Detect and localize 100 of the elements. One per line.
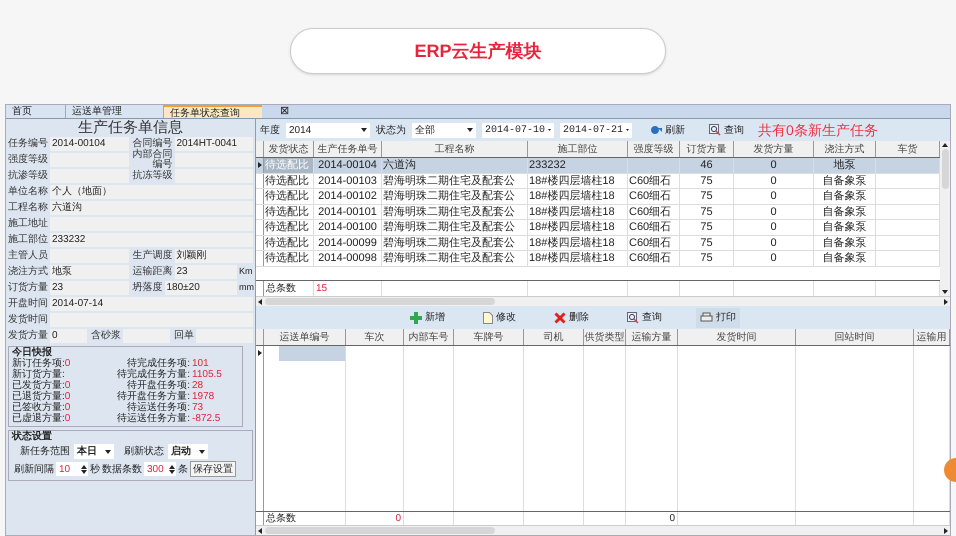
column-header[interactable]: 强度等级	[628, 141, 680, 157]
save-settings-button[interactable]: 保存设置	[190, 461, 236, 477]
table-cell: 2014-00100	[318, 221, 377, 233]
query-button[interactable]: 查询	[709, 122, 744, 138]
refresh-button[interactable]: 刷新	[650, 122, 685, 138]
scroll-thumb[interactable]	[265, 298, 495, 305]
stat-value: 1105.5	[192, 369, 222, 380]
setting-label: 刷新状态	[124, 444, 164, 459]
input-field[interactable]: 2014HT-0041	[174, 137, 253, 151]
table-cell: C60细石	[629, 206, 672, 218]
toolbar-button[interactable]: 打印	[696, 308, 740, 328]
column-header[interactable]: 发货方量	[734, 141, 814, 157]
table-cell: 自备象泵	[822, 221, 866, 233]
column-header[interactable]: 发货时间	[678, 329, 796, 345]
field-label: 发货时间	[8, 315, 48, 325]
column-header[interactable]: 订货方量	[680, 141, 734, 157]
field-label: 单位名称	[8, 187, 48, 197]
table-row[interactable]: 待选配比 2014-00101 碧海明珠二期住宅及配套公 18#楼四层墙柱18 C60细石 75 0 自备象泵	[256, 204, 940, 220]
column-header[interactable]: 生产任务单号	[314, 141, 382, 157]
table-row[interactable]: 待选配比 2014-00099 碧海明珠二期住宅及配套公 18#楼四层墙柱18 C60细石 75 0 自备象泵	[256, 236, 940, 251]
input-field[interactable]: 180±20	[164, 281, 237, 295]
input-field[interactable]: 0	[50, 329, 87, 343]
table-cell: 待选配比	[265, 252, 309, 264]
column-header[interactable]: 发货状态	[264, 141, 314, 157]
tab[interactable]: 运送单管理	[66, 105, 164, 118]
toolbar-button[interactable]: 删除	[550, 308, 593, 328]
table-cell: 自备象泵	[822, 236, 866, 248]
page-title: ERP云生产模块	[414, 40, 542, 62]
column-header[interactable]: 浇注方式	[814, 141, 876, 157]
tab[interactable]: 首页	[6, 105, 66, 118]
column-header[interactable]: 供货类型	[584, 329, 626, 345]
field-label: 含砂浆	[91, 331, 121, 341]
column-header[interactable]: 内部车号	[404, 329, 454, 345]
caret-icon	[467, 128, 473, 132]
input-field[interactable]: 六道沟	[50, 201, 253, 215]
table-row[interactable]: 待选配比 2014-00104 六道沟 233232 46 0 地泵	[256, 158, 940, 174]
scroll-right-icon	[944, 528, 948, 534]
status-label: 状态为	[376, 124, 406, 138]
column-header[interactable]: 工程名称	[382, 141, 528, 157]
table-cell: C60细石	[629, 221, 672, 233]
toolbar-button[interactable]: 新增	[406, 308, 449, 328]
table-cell: 自备象泵	[822, 174, 866, 186]
input-field[interactable]: 地泵	[50, 265, 128, 279]
toolbar-button[interactable]: 修改	[479, 308, 520, 328]
table-row[interactable]: 待选配比 2014-00100 碧海明珠二期住宅及配套公 18#楼四层墙柱18 C60细石 75 0 自备象泵	[256, 220, 940, 236]
stat-label: 待运送任务方量:	[116, 413, 190, 424]
report-title: 今日快报	[12, 347, 53, 358]
table-row[interactable]: 待选配比 2014-00098 碧海明珠二期住宅及配套公 18#楼四层墙柱18 C60细石 75 0 自备象泵	[256, 251, 940, 266]
dropdown[interactable]: 本日	[74, 444, 114, 459]
table-cell: 待选配比	[265, 159, 309, 171]
dropdown[interactable]: 2014-07-21	[560, 122, 632, 138]
dropdown[interactable]: 2014	[286, 122, 370, 138]
input-field[interactable]: 23	[174, 265, 237, 279]
dropdown[interactable]: 启动	[168, 444, 208, 459]
selected-cell[interactable]	[279, 346, 345, 361]
table-cell: 自备象泵	[822, 206, 866, 218]
stat-value: -872.5	[192, 413, 220, 424]
table-cell: 地泵	[834, 159, 856, 171]
number-spinner[interactable]: 10	[56, 462, 88, 476]
table-cell: 自备象泵	[822, 190, 866, 202]
dropdown[interactable]: 全部	[412, 122, 476, 138]
field-label: 浇注方式	[8, 267, 48, 277]
plus-icon	[410, 312, 422, 324]
table-cell: 待选配比	[265, 221, 309, 233]
column-header[interactable]: 司机	[524, 329, 584, 345]
toolbar-button[interactable]: 查询	[623, 308, 666, 328]
table-row[interactable]: 待选配比 2014-00102 碧海明珠二期住宅及配套公 18#楼四层墙柱18 C60细石 75 0 自备象泵	[256, 189, 940, 204]
stat-label: 新订任务项:	[12, 358, 65, 369]
input-field[interactable]: 2014-07-14	[50, 297, 253, 311]
table-row[interactable]: 待选配比 2014-00103 碧海明珠二期住宅及配套公 18#楼四层墙柱18 C60细石 75 0 自备象泵	[256, 174, 940, 189]
column-header[interactable]: 运输方量	[626, 329, 678, 345]
setting-label: 刷新间隔	[14, 462, 54, 476]
input-field[interactable]: 233232	[50, 233, 253, 247]
input-field[interactable]: 刘颖刚	[174, 249, 253, 263]
column-header[interactable]: 车牌号	[454, 329, 524, 345]
scroll-thumb[interactable]	[265, 527, 495, 534]
table-cell: 碧海明珠二期住宅及配套公	[383, 190, 515, 202]
stat-label: 已发货方量:	[12, 380, 65, 391]
column-header[interactable]: 运送单编号	[264, 329, 346, 345]
close-icon[interactable]: ⊠	[280, 105, 289, 118]
column-header[interactable]: 施工部位	[528, 141, 628, 157]
tab[interactable]: 任务单状态查询	[164, 105, 262, 118]
number-spinner[interactable]: 300	[144, 462, 176, 476]
x-mark-icon	[554, 312, 566, 324]
input-field[interactable]: 2014-00104	[50, 137, 128, 151]
horizontal-scrollbar[interactable]	[256, 296, 950, 306]
field-label: 订货方量	[8, 283, 48, 293]
dropdown[interactable]: 2014-07-10	[482, 122, 554, 138]
vertical-scrollbar[interactable]	[940, 141, 950, 296]
column-header[interactable]: 车次	[346, 329, 404, 345]
input-field[interactable]: 23	[50, 281, 128, 295]
field-label: 内部合同编号	[132, 150, 172, 170]
column-header[interactable]: 回站时间	[796, 329, 914, 345]
input-field[interactable]: 个人（地面）	[50, 185, 253, 199]
stat-value: 0	[64, 413, 70, 424]
scroll-thumb[interactable]	[942, 149, 948, 189]
table-cell: C60细石	[629, 174, 672, 186]
horizontal-scrollbar[interactable]	[256, 525, 950, 535]
column-header[interactable]: 运输用	[914, 329, 950, 345]
table-cell: 待选配比	[265, 174, 309, 186]
